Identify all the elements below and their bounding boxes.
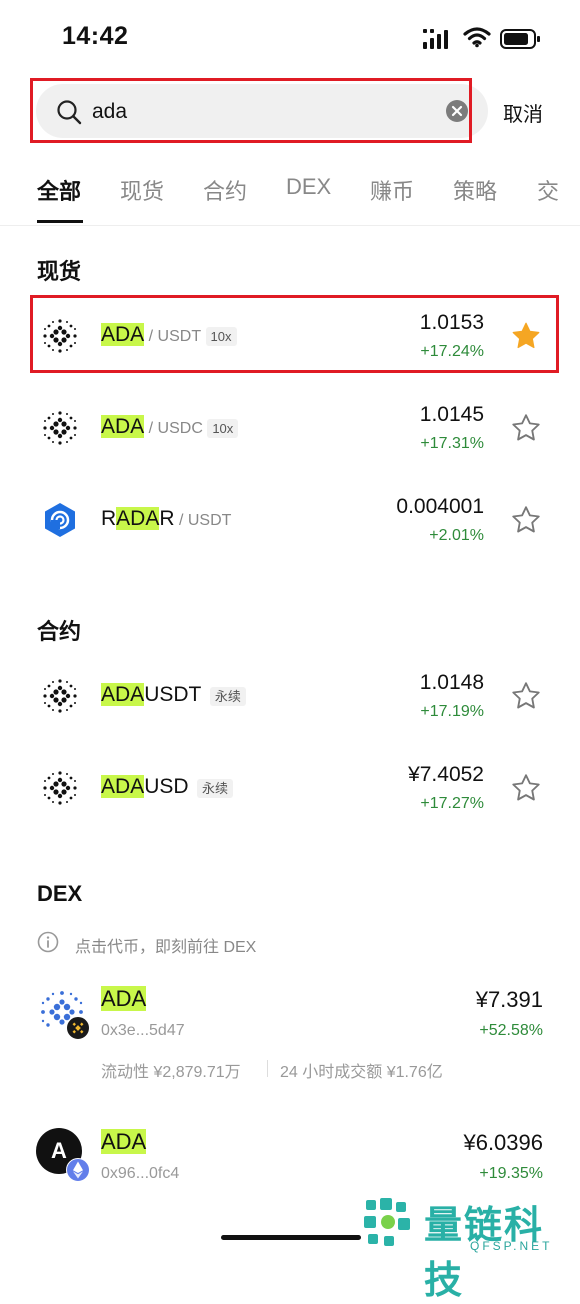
price: 1.0148 [419, 671, 484, 694]
price: ¥7.391 [475, 987, 543, 1012]
info-icon [37, 931, 59, 953]
cardano-icon [43, 771, 77, 805]
watermark-logo-icon [364, 1198, 410, 1246]
cancel-button[interactable]: 取消 [503, 98, 543, 127]
symbol-prefix: R [101, 507, 117, 530]
change-percent: +2.01% [429, 527, 484, 544]
quote-label: / USDT [148, 328, 202, 345]
home-indicator [221, 1235, 361, 1240]
contract-address: 0x3e...5d47 [101, 1022, 185, 1039]
perpetual-badge: 永续 [196, 779, 233, 798]
battery-icon [500, 29, 540, 49]
symbol-highlight: ADA [101, 1129, 147, 1154]
symbol-suffix: USDT [144, 683, 202, 706]
ethereum-icon [66, 1158, 90, 1182]
price: 0.004001 [396, 495, 484, 518]
symbol-highlight: ADA [116, 507, 160, 530]
leverage-badge: 10x [205, 327, 237, 346]
cardano-icon [43, 319, 77, 353]
contract-label: ADAUSDT 永续 [101, 683, 246, 707]
dex-note: 点击代币，即刻前往 DEX [75, 939, 257, 956]
cellular-signal-icon [423, 29, 448, 49]
watermark-subtext: QFSP.NET [470, 1239, 553, 1253]
symbol-highlight: ADA [101, 775, 145, 798]
clear-icon[interactable] [446, 100, 468, 122]
symbol-suffix: R [159, 507, 175, 530]
symbol-suffix: USD [144, 775, 189, 798]
star-outline-icon[interactable] [511, 681, 541, 711]
volume-24h: 24 小时成交额 ¥1.76亿 [280, 1064, 443, 1081]
active-tab-indicator [37, 220, 83, 223]
tab-divider [0, 225, 580, 226]
cardano-icon [43, 679, 77, 713]
quote-label: / USDT [178, 512, 232, 529]
liquidity: 流动性 ¥2,879.71万 [101, 1064, 241, 1081]
quote-label: / USDC [148, 420, 203, 437]
symbol-highlight: ADA [101, 986, 147, 1011]
dex-section-title: DEX [37, 881, 83, 906]
tab-dex[interactable]: DEX [286, 174, 331, 200]
symbol-highlight: ADA [101, 415, 145, 438]
star-outline-icon[interactable] [511, 505, 541, 535]
pair-label: ADA / USDT 10x [101, 323, 237, 347]
contract-address: 0x96...0fc4 [101, 1165, 180, 1182]
star-outline-icon[interactable] [511, 413, 541, 443]
change-percent: +19.35% [479, 1165, 543, 1182]
search-icon [57, 100, 82, 125]
symbol-highlight: ADA [101, 683, 145, 706]
pair-label: ADA / USDC 10x [101, 415, 239, 439]
bnb-chain-icon [66, 1016, 90, 1040]
price: 1.0145 [419, 403, 484, 426]
star-outline-icon[interactable] [511, 773, 541, 803]
spot-section-title: 现货 [37, 259, 82, 284]
perpetual-badge: 永续 [209, 687, 246, 706]
search-input[interactable] [92, 98, 422, 126]
price: ¥7.4052 [408, 763, 484, 786]
leverage-badge: 10x [207, 419, 239, 438]
dex-token-label: ADA [101, 1129, 147, 1155]
change-percent: +17.24% [420, 343, 484, 360]
change-percent: +17.19% [420, 703, 484, 720]
star-filled-icon[interactable] [511, 321, 541, 351]
change-percent: +17.27% [420, 795, 484, 812]
tab-fade [556, 170, 580, 210]
tab-futures[interactable]: 合约 [203, 174, 247, 206]
tab-all[interactable]: 全部 [37, 174, 81, 206]
change-percent: +17.31% [420, 435, 484, 452]
pair-label: RADAR / USDT [101, 507, 231, 531]
tab-spot[interactable]: 现货 [120, 174, 164, 206]
dex-token-label: ADA [101, 986, 147, 1012]
tab-earn[interactable]: 赚币 [370, 174, 414, 206]
meta-divider [267, 1060, 268, 1077]
change-percent: +52.58% [479, 1022, 543, 1039]
price: ¥6.0396 [463, 1130, 543, 1155]
tab-strategy[interactable]: 策略 [453, 174, 497, 206]
wifi-icon [463, 27, 491, 48]
status-time: 14:42 [62, 22, 129, 50]
cardano-icon [43, 411, 77, 445]
contract-label: ADAUSD 永续 [101, 775, 233, 799]
symbol-highlight: ADA [101, 323, 145, 346]
radar-icon [45, 503, 75, 537]
price: 1.0153 [419, 311, 484, 334]
futures-section-title: 合约 [37, 619, 82, 644]
